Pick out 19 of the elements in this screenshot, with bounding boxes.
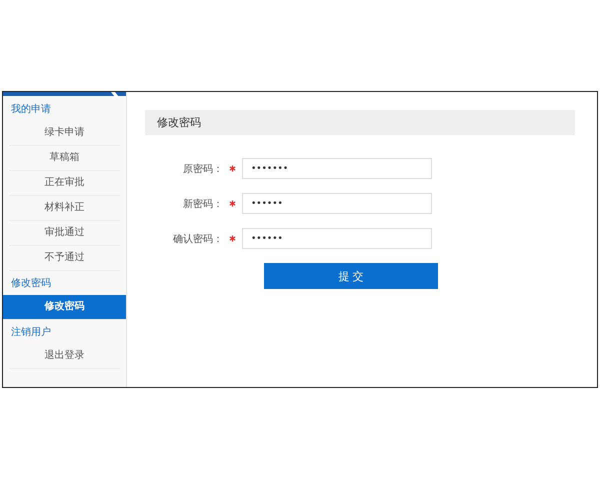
sidebar-item[interactable]: 审批通过 bbox=[9, 221, 120, 246]
sidebar-group-title: 我的申请 bbox=[10, 102, 52, 117]
panel-title: 修改密码 bbox=[156, 115, 201, 130]
sidebar-item[interactable]: 绿卡申请 bbox=[9, 121, 120, 146]
sidebar-item[interactable]: 材料补正 bbox=[9, 196, 120, 221]
sidebar-item[interactable]: 不予通过 bbox=[9, 246, 120, 271]
sidebar-group-title: 修改密码 bbox=[10, 276, 52, 291]
sidebar-item[interactable]: 退出登录 bbox=[9, 344, 120, 369]
password-field[interactable]: •••••• bbox=[242, 193, 432, 214]
field-label: 确认密码： bbox=[172, 232, 223, 246]
submit-button[interactable]: 提 交 bbox=[264, 263, 438, 289]
field-label: 原密码： bbox=[182, 162, 223, 176]
sidebar-item[interactable]: 草稿箱 bbox=[9, 146, 120, 171]
sidebar-item[interactable]: 正在审批 bbox=[9, 171, 120, 196]
sidebar-group-title: 注销用户 bbox=[10, 326, 52, 340]
password-field[interactable]: ••••••• bbox=[242, 158, 432, 179]
sidebar-item[interactable]: 修改密码 bbox=[3, 295, 126, 320]
password-field[interactable]: •••••• bbox=[242, 228, 432, 249]
field-label: 新密码： bbox=[182, 198, 223, 210]
